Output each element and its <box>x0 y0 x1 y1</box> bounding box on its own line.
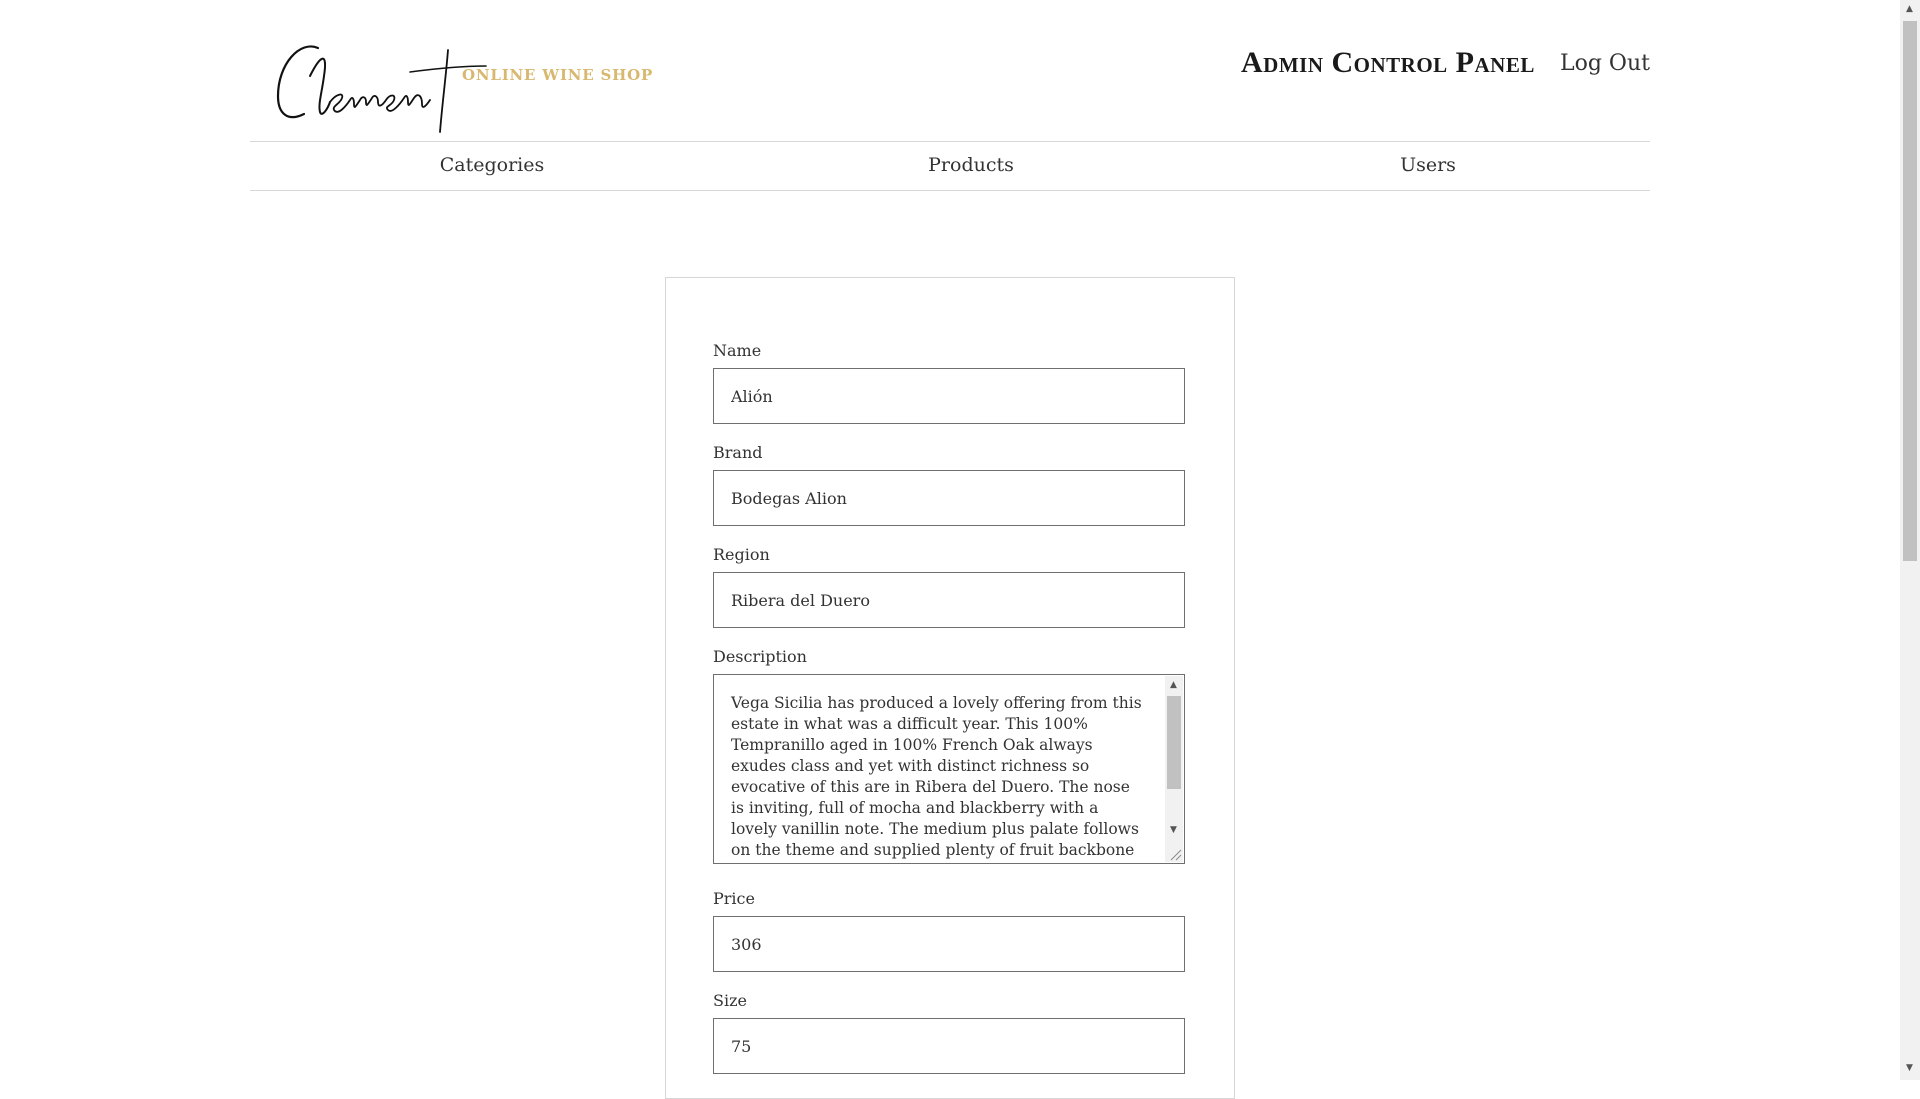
price-label: Price <box>713 889 755 908</box>
price-field[interactable] <box>713 916 1185 972</box>
site-logo[interactable]: ONLINE WINE SHOP <box>270 36 654 136</box>
page-scroll-up-icon[interactable]: ▲ <box>1906 5 1913 14</box>
scroll-down-icon[interactable]: ▼ <box>1170 826 1177 835</box>
region-field[interactable] <box>713 572 1185 628</box>
main-nav: Categories Products Users <box>250 141 1650 191</box>
size-field[interactable] <box>713 1018 1185 1074</box>
size-label: Size <box>713 991 747 1010</box>
page-title: Admin Control Panel <box>1241 46 1535 79</box>
page-scrollbar[interactable]: ▲ ▼ <box>1900 0 1920 1080</box>
brand-field[interactable] <box>713 470 1185 526</box>
description-text: Vega Sicilia has produced a lovely offer… <box>731 694 1142 863</box>
scroll-up-icon[interactable]: ▲ <box>1170 681 1177 690</box>
region-label: Region <box>713 545 770 564</box>
description-label: Description <box>713 647 807 666</box>
resize-grip-icon[interactable] <box>1167 846 1183 862</box>
scrollbar-thumb[interactable] <box>1167 696 1181 789</box>
brand-label: Brand <box>713 443 763 462</box>
logo-script-icon <box>276 45 487 133</box>
page-scrollbar-thumb[interactable] <box>1903 21 1917 561</box>
page-scroll-down-icon[interactable]: ▼ <box>1906 1064 1913 1073</box>
logo-tagline: ONLINE WINE SHOP <box>462 66 654 84</box>
name-field[interactable] <box>713 368 1185 424</box>
description-scrollbar[interactable]: ▲ ▼ <box>1165 676 1183 862</box>
nav-item-users[interactable]: Users <box>1400 154 1456 176</box>
product-form: Name Brand Region Description Vega Sicil… <box>665 277 1235 1099</box>
nav-item-categories[interactable]: Categories <box>440 154 545 176</box>
nav-item-products[interactable]: Products <box>928 154 1014 176</box>
description-field[interactable]: Vega Sicilia has produced a lovely offer… <box>713 674 1185 864</box>
name-label: Name <box>713 341 762 360</box>
logout-link[interactable]: Log Out <box>1560 51 1650 76</box>
